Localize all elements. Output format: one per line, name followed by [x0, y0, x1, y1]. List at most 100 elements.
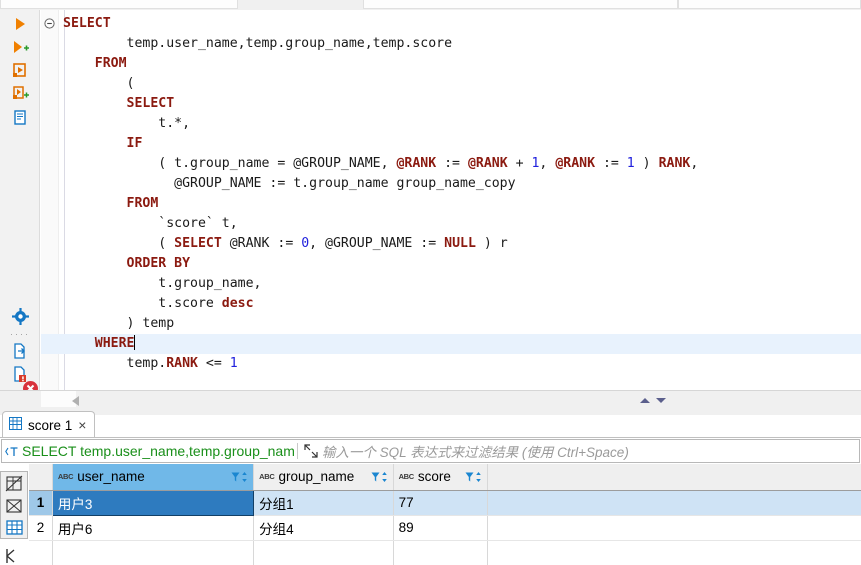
grid-corner-cell[interactable]	[29, 464, 53, 491]
transpose-icon[interactable]	[4, 548, 24, 564]
code-token: temp.user_name,temp.group_name,temp.scor…	[63, 36, 453, 51]
code-line: ORDER BY	[63, 254, 861, 274]
column-filter-sort-icon[interactable]	[465, 471, 482, 483]
code-token: (	[63, 76, 135, 91]
inactive-tab-stub[interactable]	[41, 391, 76, 407]
record-presentation-icon[interactable]	[5, 498, 23, 517]
code-line: ( SELECT @RANK := 0, @GROUP_NAME := NULL…	[63, 234, 861, 254]
export-data-icon[interactable]	[8, 340, 32, 362]
column-header-label: user_name	[77, 469, 145, 485]
code-line: (	[63, 74, 861, 94]
close-icon[interactable]: ×	[78, 418, 86, 432]
table-row[interactable]: 1 用户3 分组1 77	[29, 489, 861, 516]
column-filter-sort-icon[interactable]	[371, 471, 388, 483]
top-toolbar-strip	[0, 0, 861, 10]
code-line: `score` t,	[63, 214, 861, 234]
table-cell[interactable]: 分组4	[253, 515, 394, 541]
code-token: t.score	[63, 296, 222, 311]
table-cell[interactable]	[393, 540, 489, 565]
code-line: SELECT	[63, 14, 861, 34]
code-token: RANK	[658, 156, 691, 171]
code-token: temp.	[63, 356, 167, 371]
code-token: @RANK :=	[221, 236, 302, 251]
panel-nav-buttons[interactable]	[640, 398, 666, 403]
execute-script-new-tab-icon[interactable]	[8, 82, 32, 104]
code-token: ) r	[475, 236, 508, 251]
expand-arrows-icon[interactable]	[300, 444, 322, 458]
row-number-cell[interactable]	[29, 540, 53, 565]
code-token: `score` t,	[63, 216, 238, 231]
code-token: 0	[301, 236, 310, 251]
row-filler-cell	[487, 490, 861, 516]
code-token: (	[63, 236, 175, 251]
row-number-cell[interactable]: 1	[29, 490, 53, 516]
grid-header-filler	[487, 464, 861, 491]
filter-separator	[296, 443, 298, 459]
results-tab-score-1[interactable]: score 1 ×	[2, 411, 96, 438]
explain-plan-icon[interactable]	[8, 107, 32, 129]
code-token: SELECT	[174, 236, 222, 251]
toolbar-segment-right	[678, 0, 861, 9]
sql-text-icon	[2, 445, 22, 458]
code-line: WHERE	[41, 334, 861, 354]
tab-bar-divider	[0, 437, 861, 438]
column-header-score[interactable]: ABC score	[393, 464, 489, 491]
collapse-fold-icon[interactable]	[44, 18, 55, 29]
column-header-label: score	[417, 469, 451, 485]
code-line: temp.user_name,temp.group_name,temp.scor…	[63, 34, 861, 54]
toolbar-segment-left	[0, 0, 238, 9]
filter-placeholder-text: 输入一个 SQL 表达式来过滤结果 (使用 Ctrl+Space)	[321, 445, 629, 460]
scroll-up-icon[interactable]	[640, 398, 650, 403]
table-cell[interactable]: 用户3	[51, 489, 255, 516]
column-header-user_name[interactable]: ABC user_name	[52, 464, 255, 491]
column-header-group_name[interactable]: ABC group_name	[253, 464, 394, 491]
code-line: ) temp	[63, 314, 861, 334]
editor-fold-gutter[interactable]	[41, 10, 59, 390]
table-cell[interactable]: 分组1	[253, 490, 394, 516]
execute-new-tab-icon[interactable]	[8, 36, 32, 58]
grid-presentation-icon[interactable]	[5, 475, 23, 496]
column-type-icon: ABC	[398, 472, 415, 482]
table-cell[interactable]: 89	[393, 515, 489, 541]
sql-editor-window: ···· (o) SELECT temp.user_name,temp.grou…	[0, 0, 861, 565]
table-row[interactable]: 2 用户6 分组4 89	[29, 515, 861, 541]
code-token: ,	[690, 156, 699, 171]
results-filter-bar[interactable]: SELECT temp.user_name,temp.group_nam 输入一…	[1, 439, 860, 463]
toolbar-segment-mid	[363, 0, 678, 9]
scroll-down-icon[interactable]	[656, 398, 666, 403]
execute-script-icon[interactable]	[8, 59, 32, 81]
code-token: @GROUP_NAME := t.group_name group_name_c…	[63, 176, 516, 191]
code-token: , @GROUP_NAME :=	[309, 236, 445, 251]
scroll-left-icon[interactable]	[72, 396, 79, 406]
row-number-cell[interactable]: 2	[29, 515, 53, 541]
code-text-area[interactable]: SELECT temp.user_name,temp.group_name,te…	[41, 14, 861, 390]
code-token: :=	[595, 156, 627, 171]
table-header-row: ABC user_name ABC group_name ABC score	[29, 464, 861, 491]
code-token: NULL	[444, 236, 476, 251]
table-cell[interactable]	[52, 540, 255, 565]
table-cell[interactable]: 用户6	[52, 515, 255, 541]
table-cell[interactable]	[253, 540, 394, 565]
presentation-toggle-strip[interactable]	[0, 471, 28, 539]
code-line: t.*,	[63, 114, 861, 134]
code-token: desc	[221, 296, 254, 311]
table-cell[interactable]: 77	[393, 490, 489, 516]
results-data-grid[interactable]: ABC user_name ABC group_name ABC score 1 用户3 分组1…	[29, 464, 861, 565]
text-cursor	[134, 335, 136, 350]
execute-statement-icon[interactable]	[8, 13, 32, 35]
code-line: t.score desc	[63, 294, 861, 314]
grid-view-icon[interactable]	[5, 519, 24, 539]
code-token: FROM	[126, 196, 159, 211]
sql-code-editor[interactable]: SELECT temp.user_name,temp.group_name,te…	[41, 10, 861, 390]
results-panel: ABC user_name ABC group_name ABC score 1 用户3 分组1…	[0, 464, 861, 565]
results-table[interactable]: ABC user_name ABC group_name ABC score 1 用户3 分组1…	[29, 464, 861, 565]
code-line: ( t.group_name = @GROUP_NAME, @RANK := @…	[63, 154, 861, 174]
table-row[interactable]	[29, 540, 861, 565]
code-token: SELECT	[126, 96, 175, 111]
code-token: ( t.group_name = @GROUP_NAME,	[63, 156, 397, 171]
column-filter-sort-icon[interactable]	[231, 471, 248, 483]
